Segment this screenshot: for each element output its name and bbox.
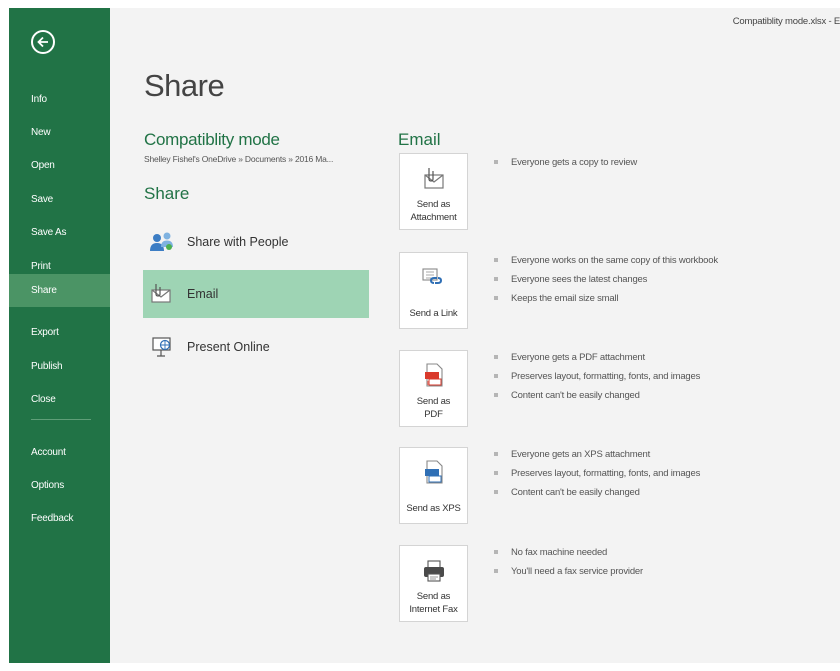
sidebar-divider — [31, 419, 91, 420]
sidebar-item-save-as[interactable]: Save As — [9, 216, 110, 249]
bullet-item: Preserves layout, formatting, fonts, and… — [494, 367, 700, 386]
send-a-link-label: Send a Link — [409, 308, 458, 319]
window-frame-left — [0, 0, 9, 671]
fax-bullets: No fax machine needed You'll need a fax … — [494, 543, 643, 581]
bullet-item: Content can't be easily changed — [494, 483, 700, 502]
email-icon — [149, 281, 175, 307]
fax-icon — [419, 556, 449, 586]
send-as-xps-label: Send as XPS — [406, 503, 461, 514]
back-arrow-icon — [37, 36, 48, 48]
sidebar-item-feedback[interactable]: Feedback — [9, 502, 110, 535]
bullet-item: Everyone gets an XPS attachment — [494, 445, 700, 464]
link-icon — [419, 263, 449, 293]
send-as-internet-fax-button[interactable]: Send as Internet Fax — [399, 545, 468, 622]
pdf-bullets: Everyone gets a PDF attachment Preserves… — [494, 348, 700, 405]
sidebar-item-new[interactable]: New — [9, 116, 110, 149]
send-as-attachment-label: Send as Attachment — [410, 199, 457, 223]
present-online-icon — [149, 334, 175, 360]
pdf-icon — [419, 361, 449, 391]
xps-bullets: Everyone gets an XPS attachment Preserve… — [494, 445, 700, 502]
send-as-pdf-label: Send as PDF — [416, 396, 451, 420]
window-frame-top — [0, 0, 840, 8]
send-as-xps-button[interactable]: Send as XPS — [399, 447, 468, 524]
bullet-item: You'll need a fax service provider — [494, 562, 643, 581]
xps-icon — [419, 458, 449, 488]
attachment-icon — [419, 164, 449, 194]
people-icon — [149, 229, 175, 255]
attachment-bullets: Everyone gets a copy to review — [494, 153, 637, 172]
sidebar-item-share[interactable]: Share — [9, 274, 110, 307]
send-as-pdf-button[interactable]: Send as PDF — [399, 350, 468, 427]
document-name: Compatiblity mode — [144, 130, 280, 149]
bullet-item: Everyone gets a PDF attachment — [494, 348, 700, 367]
sidebar-item-save[interactable]: Save — [9, 183, 110, 216]
document-path: Shelley Fishel's OneDrive » Documents » … — [144, 154, 334, 164]
bullet-item: Everyone sees the latest changes — [494, 270, 718, 289]
bullet-item: Keeps the email size small — [494, 289, 718, 308]
back-button[interactable] — [31, 30, 55, 54]
share-section-heading: Share — [144, 184, 190, 203]
email-section-heading: Email — [398, 130, 441, 149]
bullet-item: Everyone works on the same copy of this … — [494, 251, 718, 270]
sidebar-item-open[interactable]: Open — [9, 149, 110, 182]
window-title: Compatiblity mode.xlsx - E — [732, 16, 840, 27]
present-online-label: Present Online — [187, 340, 270, 354]
email-option[interactable]: Email — [143, 270, 369, 318]
window-frame-bottom — [0, 663, 840, 671]
share-with-people-option[interactable]: Share with People — [143, 218, 369, 266]
bullet-item: Preserves layout, formatting, fonts, and… — [494, 464, 700, 483]
sidebar-item-account[interactable]: Account — [9, 436, 110, 469]
email-label: Email — [187, 287, 219, 301]
sidebar-item-info[interactable]: Info — [9, 83, 110, 116]
backstage-sidebar: Info New Open Save Save As Print Share E… — [9, 8, 110, 663]
page-title: Share — [144, 68, 225, 103]
sidebar-item-export[interactable]: Export — [9, 316, 110, 349]
sidebar-item-publish[interactable]: Publish — [9, 350, 110, 383]
send-as-internet-fax-label: Send as Internet Fax — [409, 591, 458, 615]
bullet-item: Content can't be easily changed — [494, 386, 700, 405]
link-bullets: Everyone works on the same copy of this … — [494, 251, 718, 308]
send-a-link-button[interactable]: Send a Link — [399, 252, 468, 329]
share-with-people-label: Share with People — [187, 235, 289, 249]
sidebar-item-options[interactable]: Options — [9, 469, 110, 502]
bullet-item: No fax machine needed — [494, 543, 643, 562]
bullet-item: Everyone gets a copy to review — [494, 153, 637, 172]
sidebar-item-close[interactable]: Close — [9, 383, 110, 416]
present-online-option[interactable]: Present Online — [143, 323, 369, 371]
send-as-attachment-button[interactable]: Send as Attachment — [399, 153, 468, 230]
